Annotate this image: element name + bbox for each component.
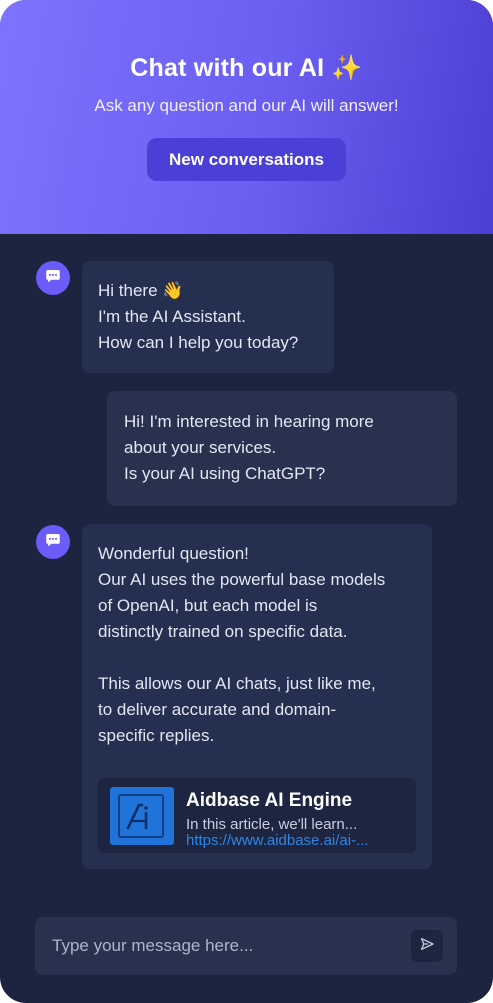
message-line: of OpenAI, but each model is (98, 596, 318, 615)
message-line: Is your AI using ChatGPT? (124, 464, 326, 483)
message-line: This allows our AI chats, just like me, (98, 674, 376, 693)
aidbase-logo-icon (118, 794, 164, 838)
link-preview-card[interactable]: Aidbase AI Engine In this article, we'll… (98, 778, 416, 853)
message-line: Wonderful question! (98, 544, 249, 563)
assistant-avatar (36, 261, 70, 295)
message-line: to deliver accurate and domain- (98, 700, 337, 719)
message-line: Hi! I'm interested in hearing more (124, 412, 374, 431)
link-title: Aidbase AI Engine (186, 790, 353, 811)
message-line: Hi there 👋 (98, 281, 184, 300)
message-line: How can I help you today? (98, 333, 299, 352)
message-input[interactable] (35, 917, 395, 975)
header-title: Chat with our AI ✨ (130, 54, 363, 82)
message-line: distinctly trained on specific data. (98, 622, 348, 641)
user-message: Hi! I'm interested in hearing more about… (107, 391, 457, 506)
chat-bubble-icon (44, 531, 62, 554)
message-line: about your services. (124, 438, 277, 457)
chat-bubble-icon (44, 267, 62, 290)
send-button[interactable] (411, 930, 443, 962)
send-icon (419, 936, 435, 957)
chat-header: Chat with our AI ✨ Ask any question and … (0, 0, 493, 234)
message-composer (35, 917, 457, 975)
message-line: Our AI uses the powerful base models (98, 570, 386, 589)
chat-widget: Chat with our AI ✨ Ask any question and … (0, 0, 493, 1003)
link-thumbnail (110, 787, 174, 845)
link-url[interactable]: https://www.aidbase.ai/ai-... (186, 828, 406, 854)
message-line: specific replies. (98, 726, 215, 745)
assistant-avatar (36, 525, 70, 559)
assistant-message: Hi there 👋 I'm the AI Assistant. How can… (82, 261, 334, 373)
header-subtitle: Ask any question and our AI will answer! (94, 96, 399, 115)
new-conversation-button[interactable]: New conversations (147, 138, 346, 181)
message-line: I'm the AI Assistant. (98, 307, 246, 326)
assistant-message: Wonderful question! Our AI uses the powe… (82, 524, 432, 869)
